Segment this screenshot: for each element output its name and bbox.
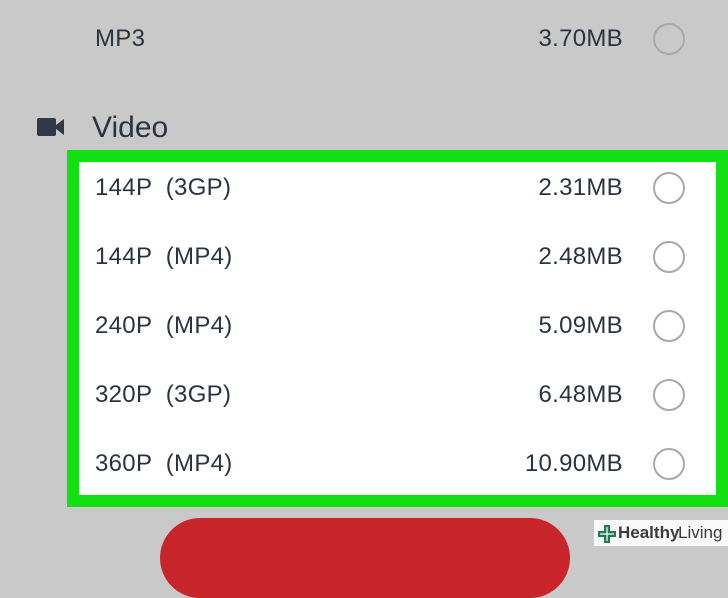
radio-button[interactable] [653,310,685,342]
radio-button[interactable] [653,172,685,204]
format-label: 240P (MP4) [95,312,233,339]
video-option-360p-mp4[interactable]: 360P (MP4) 10.90MB [0,434,728,494]
radio-button[interactable] [653,379,685,411]
section-title: Video [92,111,169,144]
video-option-240p-mp4[interactable]: 240P (MP4) 5.09MB [0,296,728,356]
plus-logo-icon [598,525,616,551]
format-label: 320P (3GP) [95,381,232,408]
format-label: 360P (MP4) [95,450,233,477]
video-section-header: Video [0,98,728,158]
file-size: 3.70MB [538,25,623,52]
file-size: 5.09MB [538,312,623,339]
video-option-144p-3gp[interactable]: 144P (3GP) 2.31MB [0,158,728,218]
video-option-320p-3gp[interactable]: 320P (3GP) 6.48MB [0,365,728,425]
video-option-144p-mp4[interactable]: 144P (MP4) 2.48MB [0,227,728,287]
format-label: MP3 [95,25,146,52]
file-size: 2.48MB [538,243,623,270]
video-camera-icon [37,117,65,142]
radio-button[interactable] [653,448,685,480]
watermark: Healthy Living [594,520,728,546]
file-size: 6.48MB [538,381,623,408]
audio-option-mp3[interactable]: MP3 3.70MB [0,9,728,69]
format-label: 144P (MP4) [95,243,233,270]
watermark-text-living: Living [678,523,723,542]
file-size: 2.31MB [538,174,623,201]
watermark-text-healthy: Healthy [618,523,680,542]
download-button[interactable] [160,518,570,598]
file-size: 10.90MB [524,450,623,477]
radio-button[interactable] [653,23,685,55]
radio-button[interactable] [653,241,685,273]
format-label: 144P (3GP) [95,174,232,201]
